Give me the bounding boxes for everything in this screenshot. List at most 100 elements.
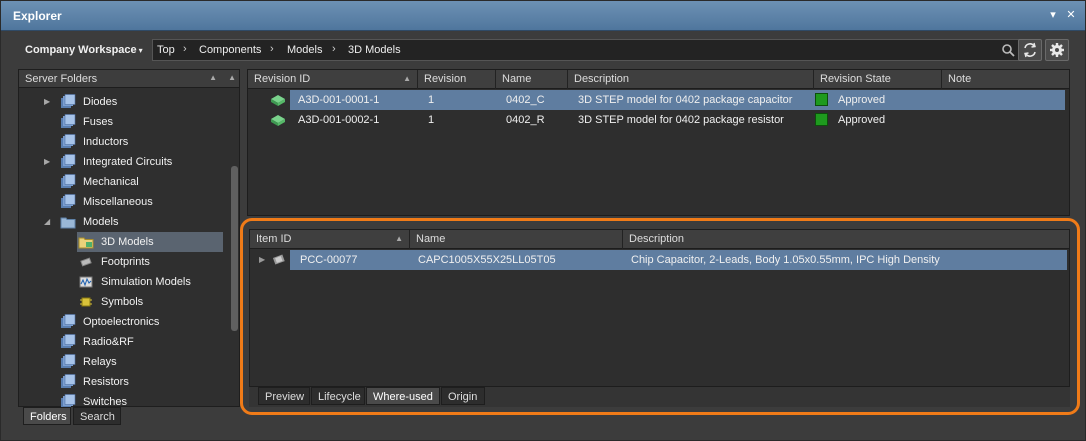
sidebar-item[interactable]: Inductors [19,132,224,152]
sidebar-item[interactable]: ▶ Diodes [19,92,224,112]
column-revision-state[interactable]: Revision State [814,70,942,89]
sidebar-item[interactable]: Fuses [19,112,224,132]
column-label: Revision ID [254,73,311,85]
sort-ascending-icon[interactable]: ▲ [209,73,217,82]
collapse-icon[interactable]: ◢ [44,217,50,226]
sidebar-item[interactable]: ▶ Integrated Circuits [19,152,224,172]
folder-stack-icon [60,354,76,370]
cell-revision-state: Approved [838,94,886,106]
folder-stack-icon [60,374,76,390]
column-item-id[interactable]: Item ID ▲ [250,230,410,249]
sidebar-item[interactable]: ◢ Models [19,212,224,232]
gear-icon [1050,43,1064,57]
3d-model-icon [271,95,285,106]
sidebar-item-label: Diodes [83,96,118,108]
column-label: Item ID [256,233,292,245]
breadcrumb-item[interactable]: Models [287,44,322,56]
sidebar-item[interactable]: Symbols [19,292,224,312]
toolbar: Company Workspace ▾ Top › Components › Mo… [15,39,1075,63]
sidebar-item[interactable]: Footprints [19,252,224,272]
tab-where-used[interactable]: Where-used [366,387,440,405]
cell-revision-id: A3D-001-0001-1 [298,94,380,106]
revisions-grid: Revision ID ▲ Revision Name Description R… [247,69,1070,216]
approved-state-icon [815,113,828,126]
tab-lifecycle[interactable]: Lifecycle [311,387,365,405]
sort-ascending-icon: ▲ [403,74,411,83]
folder-icon [60,214,76,230]
column-note[interactable]: Note [942,70,1069,89]
breadcrumb-separator-icon: › [270,43,274,55]
table-row[interactable]: A3D-001-0001-1 1 0402_C 3D STEP model for 0… [271,90,1065,110]
component-icon [272,254,285,265]
breadcrumb-separator-icon: › [332,43,336,55]
column-revision-id[interactable]: Revision ID ▲ [248,70,418,89]
approved-state-icon [815,93,828,106]
simulation-icon [78,274,94,290]
workspace-dropdown[interactable]: Company Workspace ▾ [25,44,143,56]
close-icon[interactable]: ✕ [1064,8,1078,22]
column-name[interactable]: Name [410,230,623,249]
cell-description: 3D STEP model for 0402 package resistor [578,114,784,126]
panel-menu-icon[interactable]: ▾ [1046,8,1060,22]
sidebar-item-label: Simulation Models [101,276,191,288]
tab-origin[interactable]: Origin [441,387,485,405]
sidebar-item[interactable]: 3D Models [77,232,223,252]
workspace-label: Company Workspace [25,44,137,56]
search-icon[interactable] [1001,43,1015,57]
folder-stack-icon [60,194,76,210]
sidebar-item[interactable]: Resistors [19,372,224,392]
tab-folders[interactable]: Folders [23,407,71,425]
expand-icon[interactable]: ▶ [259,255,265,264]
cell-revision: 1 [428,114,435,126]
server-folders-panel: Server Folders ▲ ▲ ▶ Diodes Fuses Inductors… [18,69,240,408]
title-bar: Explorer ▾ ✕ [1,1,1085,31]
settings-button[interactable] [1045,39,1069,61]
table-row[interactable]: ▶ PCC-00077 CAPC1005X55X25LL05T05 Chip Capa… [259,250,1067,270]
window-title: Explorer [13,9,62,23]
3d-model-icon [271,115,285,126]
revisions-grid-header: Revision ID ▲ Revision Name Description R… [248,70,1069,89]
expand-icon[interactable]: ▶ [44,157,50,166]
breadcrumb-item[interactable]: Components [199,44,261,56]
folder-stack-icon [60,134,76,150]
column-revision[interactable]: Revision [418,70,496,89]
cell-revision: 1 [428,94,435,106]
breadcrumb-item[interactable]: Top [157,44,175,56]
sidebar-item-label: Resistors [83,376,129,388]
column-name[interactable]: Name [496,70,568,89]
breadcrumb-item[interactable]: 3D Models [348,44,401,56]
refresh-icon [1024,42,1036,58]
refresh-button[interactable] [1018,39,1042,61]
tab-search[interactable]: Search [73,407,121,425]
column-description[interactable]: Description [568,70,814,89]
sidebar-item[interactable]: Simulation Models [19,272,224,292]
cell-revision-id: A3D-001-0002-1 [298,114,380,126]
scroll-up-icon[interactable]: ▲ [228,73,236,82]
server-folders-header: Server Folders ▲ ▲ [19,70,239,88]
expand-icon[interactable]: ▶ [44,97,50,106]
sidebar-item-label: Integrated Circuits [83,156,173,168]
sidebar-item[interactable]: Mechanical [19,172,224,192]
cell-name: 0402_C [506,94,545,106]
cell-name: 0402_R [506,114,545,126]
column-description[interactable]: Description [623,230,1071,249]
sidebar-item[interactable]: Miscellaneous [19,192,224,212]
explorer-window: Explorer ▾ ✕ Company Workspace ▾ Top › Co… [0,0,1086,441]
sidebar-item-label: 3D Models [101,236,154,248]
breadcrumb-separator-icon: › [183,43,187,55]
folder-3d-icon [78,234,94,250]
table-row[interactable]: A3D-001-0002-1 1 0402_R 3D STEP model for 0… [250,110,1065,130]
folder-stack-icon [60,334,76,350]
tab-preview[interactable]: Preview [258,387,310,405]
cell-description: Chip Capacitor, 2-Leads, Body 1.05x0.55m… [631,254,940,266]
server-folders-title: Server Folders [25,73,98,85]
sidebar-item-label: Footprints [101,256,150,268]
sort-ascending-icon: ▲ [395,234,403,243]
vertical-scrollbar[interactable] [231,166,238,331]
where-used-grid-header: Item ID ▲ Name Description [250,230,1069,249]
sidebar-item[interactable]: Radio&RF [19,332,224,352]
sidebar-item[interactable]: Relays [19,352,224,372]
breadcrumb[interactable]: Top › Components › Models › 3D Models [152,39,1022,61]
sidebar-item[interactable]: Optoelectronics [19,312,224,332]
folder-stack-icon [60,94,76,110]
